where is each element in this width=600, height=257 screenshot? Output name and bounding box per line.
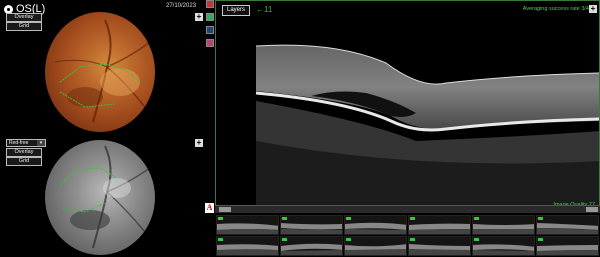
color-fundus-image[interactable] (45, 12, 155, 132)
bscan-thumbnail[interactable] (472, 215, 535, 235)
plus-icon[interactable]: + (589, 5, 597, 13)
bscan-thumbnail[interactable] (216, 236, 279, 256)
bscan-thumbnail[interactable] (280, 215, 343, 235)
fundus-panel: OS(L) 27/10/2023 Overlay Grid + Red-free… (0, 0, 205, 257)
grid-button[interactable]: Grid (6, 22, 42, 31)
green-mode-icon[interactable] (206, 13, 214, 21)
image-mode-select[interactable]: Red-free ▾ (6, 139, 46, 147)
blue-mode-icon[interactable] (206, 26, 214, 34)
layers-button[interactable]: Layers (222, 5, 250, 16)
oct-bscan-view[interactable]: Layers ←11 Averaging success rate 3/4 + … (215, 0, 600, 213)
bscan-thumbnail[interactable] (344, 215, 407, 235)
scrollbar-thumb[interactable] (219, 207, 231, 212)
dropdown-icon[interactable]: ▾ (37, 140, 45, 146)
redfree-fundus-image[interactable] (45, 140, 155, 255)
image-mode-value: Red-free (9, 140, 29, 146)
layers-count-indicator: ←11 (256, 5, 273, 14)
overlay-button[interactable]: Overlay (6, 13, 42, 22)
bscan-thumbnail-strip (215, 214, 600, 257)
averaging-success-rate: Averaging success rate 3/4 (522, 6, 589, 12)
overlay-button-redfree[interactable]: Overlay (6, 148, 42, 157)
display-mode-toolbar (206, 0, 215, 60)
plus-icon[interactable]: + (195, 13, 203, 21)
oct-bscan-image (255, 44, 599, 206)
exam-date: 27/10/2023 (166, 3, 197, 9)
bscan-thumbnail[interactable] (536, 215, 599, 235)
bscan-thumbnail[interactable] (344, 236, 407, 256)
bscan-thumbnail[interactable] (280, 236, 343, 256)
annotation-badge[interactable]: A (205, 203, 214, 213)
bscan-thumbnail[interactable] (408, 236, 471, 256)
bscan-thumbnail[interactable] (536, 236, 599, 256)
fundus-top-controls: Overlay Grid (6, 13, 42, 31)
scrollbar-end-handle[interactable] (586, 207, 598, 212)
fundus-bottom-controls: Overlay Grid (6, 148, 42, 166)
scan-scrollbar[interactable] (215, 205, 600, 213)
bscan-thumbnail[interactable] (216, 215, 279, 235)
bscan-thumbnail[interactable] (408, 215, 471, 235)
plus-icon[interactable]: + (195, 139, 203, 147)
color-mode-icon[interactable] (206, 0, 214, 8)
grid-button-redfree[interactable]: Grid (6, 157, 42, 166)
pink-mode-icon[interactable] (206, 39, 214, 47)
bscan-thumbnail[interactable] (472, 236, 535, 256)
